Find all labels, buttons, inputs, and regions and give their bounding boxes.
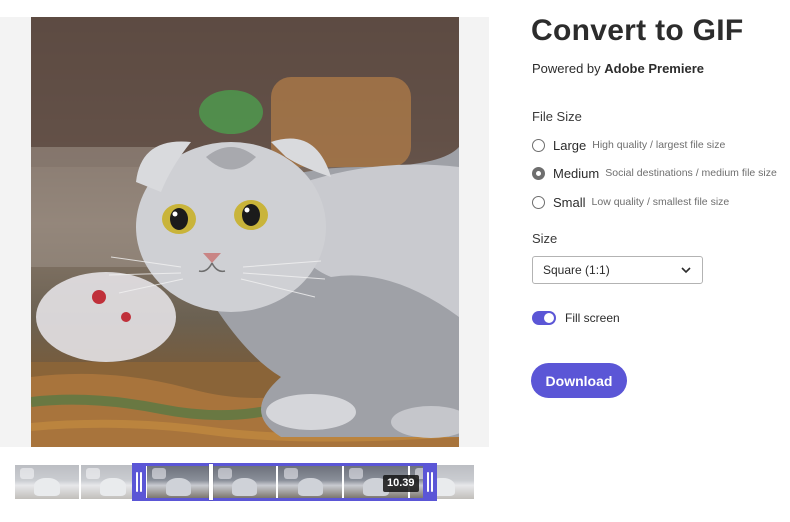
radio-checked-icon[interactable] (532, 166, 545, 180)
download-button[interactable]: Download (531, 363, 627, 398)
file-size-option-large[interactable]: Large High quality / largest file size (532, 137, 725, 153)
timeline-unselected-right (437, 465, 474, 499)
drag-handle-icon (427, 472, 429, 492)
option-description: Social destinations / medium file size (605, 167, 777, 179)
trim-end-handle[interactable] (423, 463, 437, 501)
file-size-label: File Size (532, 109, 582, 124)
drag-handle-icon (431, 472, 433, 492)
powered-brand: Adobe Premiere (604, 61, 704, 76)
cat-photo-illustration (31, 17, 459, 447)
radio-unchecked-icon[interactable] (532, 138, 545, 152)
timeline-unselected-left (15, 465, 132, 499)
size-label: Size (532, 231, 558, 246)
powered-prefix: Powered by (532, 61, 601, 76)
chevron-down-icon (681, 267, 691, 274)
radio-unchecked-icon[interactable] (532, 195, 545, 209)
timeline-trimmer[interactable]: 10.39 (15, 463, 475, 501)
drag-handle-icon (136, 472, 138, 492)
fill-screen-label: Fill screen (565, 311, 620, 325)
file-size-option-medium[interactable]: Medium Social destinations / medium file… (532, 165, 777, 181)
duration-badge: 10.39 (383, 475, 419, 492)
page-title: Convert to GIF (531, 14, 744, 47)
option-label: Small (553, 194, 586, 210)
trim-start-handle[interactable] (132, 463, 146, 501)
file-size-option-small[interactable]: Small Low quality / smallest file size (532, 194, 729, 210)
drag-handle-icon (140, 472, 142, 492)
timeline-playhead[interactable] (209, 464, 213, 500)
size-select[interactable]: Square (1:1) (532, 256, 703, 284)
fill-screen-toggle[interactable] (532, 311, 556, 325)
option-description: High quality / largest file size (592, 139, 726, 151)
size-select-value: Square (1:1) (543, 263, 610, 277)
toggle-knob (544, 313, 554, 323)
cat-photo-preview (31, 17, 459, 447)
option-label: Large (553, 137, 587, 153)
option-label: Medium (553, 165, 600, 181)
fill-screen-toggle-row[interactable]: Fill screen (532, 311, 620, 325)
powered-by-text: Powered by Adobe Premiere (532, 61, 704, 76)
option-description: Low quality / smallest file size (591, 196, 730, 208)
